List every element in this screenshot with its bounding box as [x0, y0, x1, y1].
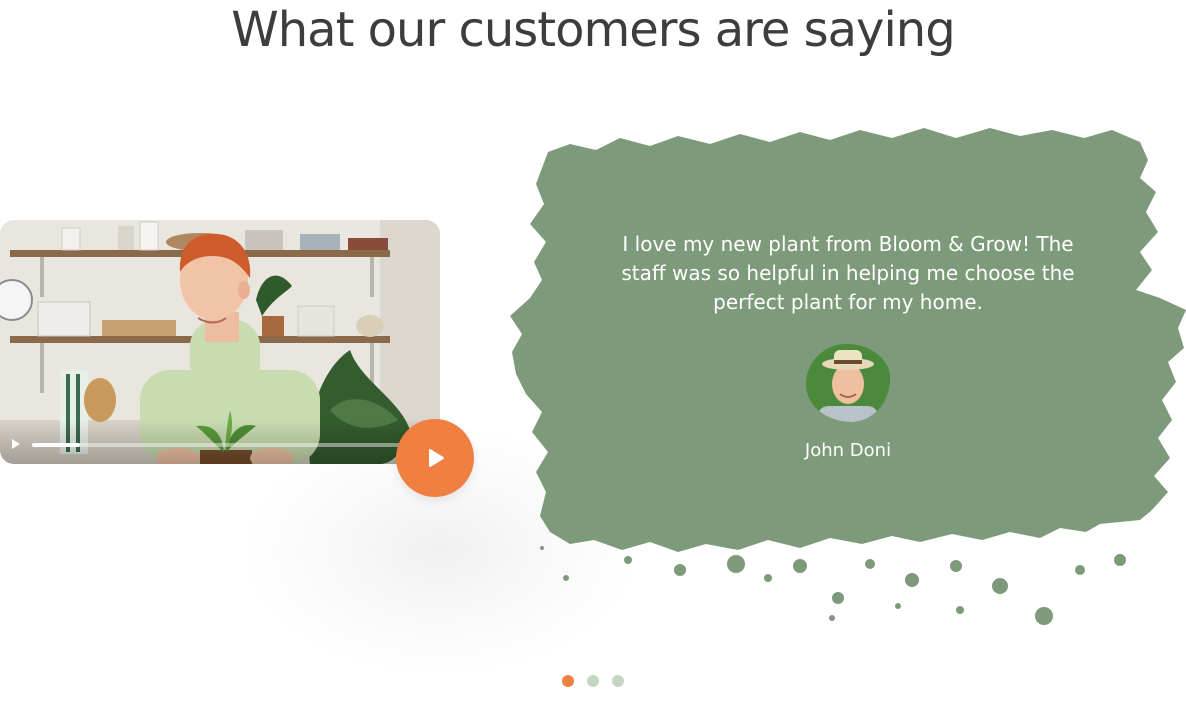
card-paint-shape	[510, 128, 1186, 552]
video-progress-fill	[32, 443, 80, 447]
play-button[interactable]	[396, 419, 474, 497]
play-icon	[429, 449, 444, 467]
carousel-dot[interactable]	[562, 675, 574, 687]
paint-splatter	[540, 546, 1126, 625]
carousel-dot[interactable]	[612, 675, 624, 687]
section-heading: What our customers are saying	[231, 2, 955, 58]
testimonial-quote: I love my new plant from Bloom & Grow! T…	[621, 232, 1075, 314]
play-small-icon[interactable]	[12, 439, 20, 449]
video-controls	[0, 420, 440, 464]
carousel-dot[interactable]	[587, 675, 599, 687]
testimonial-video[interactable]	[0, 220, 440, 464]
customer-avatar	[806, 344, 890, 422]
avatar-image	[806, 344, 890, 422]
video-progress-bar[interactable]	[32, 443, 400, 447]
customer-name: John Doni	[804, 440, 892, 461]
